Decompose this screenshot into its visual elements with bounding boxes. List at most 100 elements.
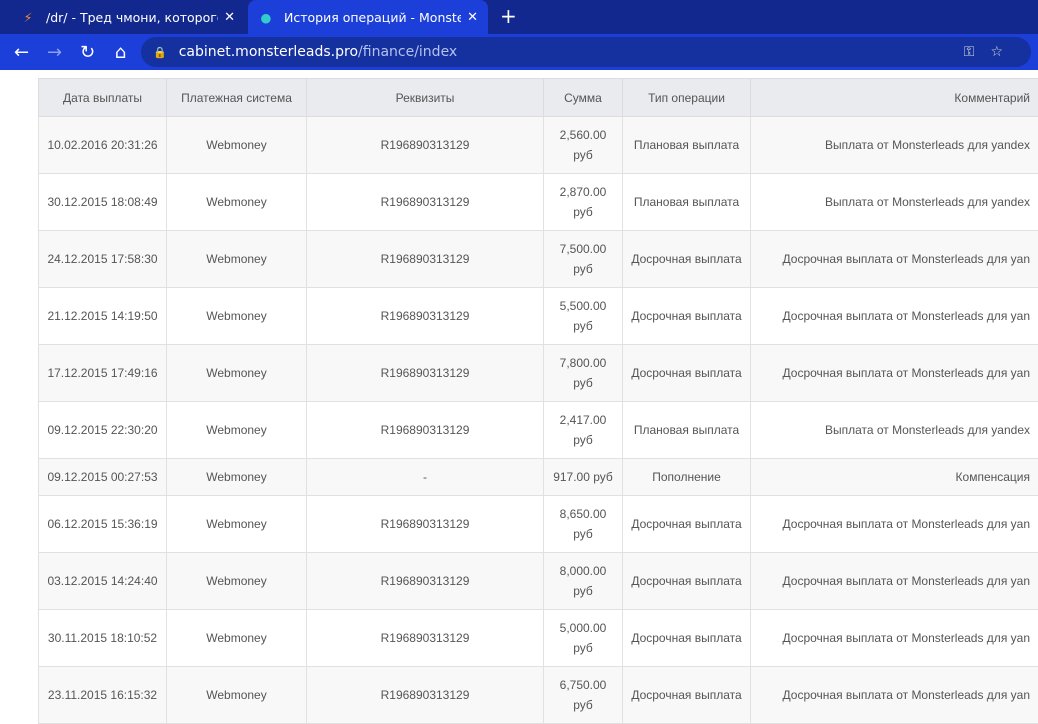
cell-requisites: R196890313129 xyxy=(307,345,544,402)
cell-payment-system: Webmoney xyxy=(167,174,307,231)
cell-operation-type: Досрочная выплата xyxy=(623,667,751,724)
operations-table: Дата выплатыПлатежная системаРеквизитыСу… xyxy=(38,78,1038,724)
cell-date: 17.12.2015 17:49:16 xyxy=(39,345,167,402)
cell-operation-type: Досрочная выплата xyxy=(623,610,751,667)
cell-payment-system: Webmoney xyxy=(167,345,307,402)
cell-operation-type: Досрочная выплата xyxy=(623,345,751,402)
cell-amount: 6,750.00 руб xyxy=(544,667,623,724)
browser-toolbar: ← → ↻ ⌂ 🔒 cabinet.monsterleads.pro/finan… xyxy=(0,34,1038,70)
header-payment-system: Платежная система xyxy=(167,79,307,117)
table-row: 30.11.2015 18:10:52WebmoneyR196890313129… xyxy=(39,610,1038,667)
table-row: 24.12.2015 17:58:30WebmoneyR196890313129… xyxy=(39,231,1038,288)
cell-requisites: R196890313129 xyxy=(307,553,544,610)
cell-operation-type: Плановая выплата xyxy=(623,402,751,459)
cell-payment-system: Webmoney xyxy=(167,667,307,724)
table-row: 23.11.2015 16:15:32WebmoneyR196890313129… xyxy=(39,667,1038,724)
tab-title: /dr/ - Тред чмони, которого кинули xyxy=(46,10,218,25)
cell-payment-system: Webmoney xyxy=(167,288,307,345)
cell-amount: 7,500.00 руб xyxy=(544,231,623,288)
cell-amount: 5,500.00 руб xyxy=(544,288,623,345)
tab-title: История операций - MonsterLeads xyxy=(284,10,461,25)
close-icon[interactable]: ✕ xyxy=(224,10,235,25)
lock-icon: 🔒 xyxy=(153,46,167,59)
cell-amount: 2,870.00 руб xyxy=(544,174,623,231)
url-path: /finance/index xyxy=(358,44,457,60)
cell-date: 21.12.2015 14:19:50 xyxy=(39,288,167,345)
header-operation-type: Тип операции xyxy=(623,79,751,117)
cell-comment: Выплата от Monsterleads для yandex xyxy=(751,402,1038,459)
cell-payment-system: Webmoney xyxy=(167,402,307,459)
cell-requisites: R196890313129 xyxy=(307,610,544,667)
table-row: 17.12.2015 17:49:16WebmoneyR196890313129… xyxy=(39,345,1038,402)
cell-comment: Выплата от Monsterleads для yandex xyxy=(751,174,1038,231)
cell-comment: Досрочная выплата от Monsterleads для ya… xyxy=(751,345,1038,402)
cell-amount: 5,000.00 руб xyxy=(544,610,623,667)
forward-icon[interactable]: → xyxy=(38,42,71,63)
back-icon[interactable]: ← xyxy=(5,42,38,63)
cell-operation-type: Плановая выплата xyxy=(623,117,751,174)
home-icon[interactable]: ⌂ xyxy=(104,42,137,63)
key-icon[interactable]: ⚿ xyxy=(964,44,991,60)
cell-requisites: R196890313129 xyxy=(307,496,544,553)
cell-date: 30.11.2015 18:10:52 xyxy=(39,610,167,667)
address-bar[interactable]: 🔒 cabinet.monsterleads.pro/finance/index… xyxy=(141,37,1031,67)
lightning-icon: ⚡ xyxy=(20,10,36,25)
cell-amount: 7,800.00 руб xyxy=(544,345,623,402)
close-icon[interactable]: ✕ xyxy=(467,10,478,25)
cell-requisites: R196890313129 xyxy=(307,402,544,459)
cell-date: 09.12.2015 22:30:20 xyxy=(39,402,167,459)
cell-amount: 2,417.00 руб xyxy=(544,402,623,459)
header-row: Дата выплатыПлатежная системаРеквизитыСу… xyxy=(39,79,1038,117)
cell-operation-type: Плановая выплата xyxy=(623,174,751,231)
table-row: 03.12.2015 14:24:40WebmoneyR196890313129… xyxy=(39,553,1038,610)
cell-operation-type: Пополнение xyxy=(623,459,751,496)
cell-payment-system: Webmoney xyxy=(167,553,307,610)
cell-amount: 8,650.00 руб xyxy=(544,496,623,553)
cell-date: 10.02.2016 20:31:26 xyxy=(39,117,167,174)
table-row: 06.12.2015 15:36:19WebmoneyR196890313129… xyxy=(39,496,1038,553)
cell-date: 24.12.2015 17:58:30 xyxy=(39,231,167,288)
cell-amount: 8,000.00 руб xyxy=(544,553,623,610)
cell-payment-system: Webmoney xyxy=(167,231,307,288)
header-date: Дата выплаты xyxy=(39,79,167,117)
cell-requisites: R196890313129 xyxy=(307,174,544,231)
cell-comment: Досрочная выплата от Monsterleads для ya… xyxy=(751,288,1038,345)
table-row: 21.12.2015 14:19:50WebmoneyR196890313129… xyxy=(39,288,1038,345)
header-amount: Сумма xyxy=(544,79,623,117)
cell-comment: Выплата от Monsterleads для yandex xyxy=(751,117,1038,174)
cell-requisites: R196890313129 xyxy=(307,231,544,288)
cell-date: 09.12.2015 00:27:53 xyxy=(39,459,167,496)
new-tab-button[interactable]: + xyxy=(500,4,517,28)
cell-operation-type: Досрочная выплата xyxy=(623,231,751,288)
reload-icon[interactable]: ↻ xyxy=(71,42,104,63)
cell-operation-type: Досрочная выплата xyxy=(623,288,751,345)
table-row: 10.02.2016 20:31:26WebmoneyR196890313129… xyxy=(39,117,1038,174)
page-content: Дата выплатыПлатежная системаРеквизитыСу… xyxy=(0,70,1038,720)
cell-comment: Компенсация xyxy=(751,459,1038,496)
cell-requisites: R196890313129 xyxy=(307,288,544,345)
table-row: 30.12.2015 18:08:49WebmoneyR196890313129… xyxy=(39,174,1038,231)
cell-date: 06.12.2015 15:36:19 xyxy=(39,496,167,553)
cell-comment: Досрочная выплата от Monsterleads для ya… xyxy=(751,610,1038,667)
tab-finance-history[interactable]: ● История операций - MonsterLeads ✕ xyxy=(248,0,488,34)
cell-requisites: R196890313129 xyxy=(307,667,544,724)
header-requisites: Реквизиты xyxy=(307,79,544,117)
cell-amount: 2,560.00 руб xyxy=(544,117,623,174)
cell-comment: Досрочная выплата от Monsterleads для ya… xyxy=(751,667,1038,724)
cell-requisites: - xyxy=(307,459,544,496)
cell-date: 03.12.2015 14:24:40 xyxy=(39,553,167,610)
cell-payment-system: Webmoney xyxy=(167,496,307,553)
tab-dr-thread[interactable]: ⚡ /dr/ - Тред чмони, которого кинули ✕ xyxy=(10,0,245,34)
star-icon[interactable]: ☆ xyxy=(990,44,1019,60)
cell-payment-system: Webmoney xyxy=(167,610,307,667)
table-row: 09.12.2015 22:30:20WebmoneyR196890313129… xyxy=(39,402,1038,459)
header-comment: Комментарий xyxy=(751,79,1038,117)
cell-requisites: R196890313129 xyxy=(307,117,544,174)
table-row: 09.12.2015 00:27:53Webmoney-917.00 рубПо… xyxy=(39,459,1038,496)
cell-payment-system: Webmoney xyxy=(167,117,307,174)
cell-operation-type: Досрочная выплата xyxy=(623,496,751,553)
cell-payment-system: Webmoney xyxy=(167,459,307,496)
monster-icon: ● xyxy=(258,10,274,25)
cell-amount: 917.00 руб xyxy=(544,459,623,496)
cell-comment: Досрочная выплата от Monsterleads для ya… xyxy=(751,231,1038,288)
